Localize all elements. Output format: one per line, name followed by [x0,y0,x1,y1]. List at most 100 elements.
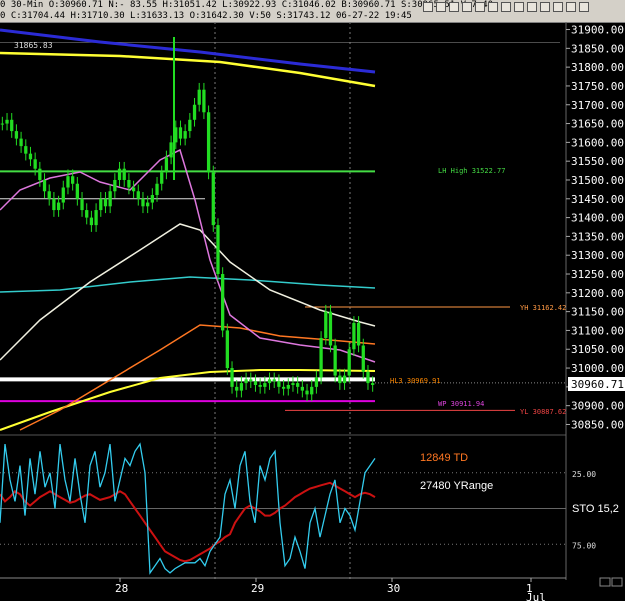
top-left-price-label: 31865.83 [14,41,53,50]
y-tick-label: 31650.00 [571,118,624,131]
candle-body [206,112,211,173]
candle-body [277,381,281,387]
candle-body [42,179,47,192]
candle-body [281,386,286,389]
candle-body [333,345,337,376]
candle-body [131,187,136,192]
candle-body [24,146,28,154]
candle-body [366,371,370,384]
candle-body [38,168,42,180]
candle-body [94,210,98,226]
y-tick-label: 31500.00 [571,174,624,187]
lh-high-label: LH High 31522.77 [438,167,505,175]
candle-body [263,383,267,387]
candle-body [310,386,314,395]
candle-body [225,330,229,369]
blue-ma-line [0,28,376,74]
candle-body [183,131,187,139]
candle-body [0,123,4,125]
candle-body [342,375,347,384]
candle-body [202,89,206,113]
y-tick-label: 31550.00 [571,155,624,168]
candle-body [328,311,333,346]
y-tick-label: 31850.00 [571,42,624,55]
wp-label: WP 30911.94 [438,400,484,408]
candle-body [150,195,154,203]
candle-body [164,157,169,173]
candle-body [197,89,201,105]
candle-body [211,172,215,226]
hl3-band [0,377,375,382]
candle-body [71,176,75,184]
yellow-ma-line [0,51,376,88]
current-price-label: 30960.71 [571,378,624,391]
scroll-icon[interactable] [599,577,611,587]
hl3-label: HL3 30969.91 [390,377,441,385]
candle-body [122,168,126,180]
zoom-out-icon[interactable] [611,577,623,587]
price-chart[interactable]: 25.0075.00 30850.0030900.0030950.0031000… [0,0,625,601]
candle-body [192,104,197,120]
candle-body [47,191,51,199]
y-tick-label: 31000.00 [571,362,624,375]
time-tick-label: 30 [387,582,400,595]
y-tick-label: 31300.00 [571,249,624,262]
candle-body [80,198,84,211]
td-label: 12849 TD [420,452,468,464]
time-tick-label: 29 [251,582,264,595]
candle-body [155,183,159,196]
candle-body [56,202,61,211]
candle-body [258,384,262,387]
yh-label: YH 31162.42 [520,304,566,312]
candle-body [244,379,248,384]
candle-body [235,386,239,391]
y-tick-label: 30850.00 [571,418,624,431]
candle-body [239,383,244,391]
candle-body [108,191,112,207]
candle-body [5,119,9,124]
y-tick-label: 31250.00 [571,268,624,281]
cyan-line [0,276,376,293]
candle-body [291,383,295,385]
candle-body [52,198,56,211]
osc-tick-label: 75.00 [572,541,596,550]
candle-body [324,311,328,338]
price-axis: 30850.0030900.0030950.0031000.0031050.00… [565,22,624,580]
stochastic-pane: 25.00 75.00 [0,434,596,575]
candle-body [85,210,89,218]
y-tick-label: 31100.00 [571,324,624,337]
candle-body [319,337,323,378]
candle-body [249,379,253,382]
candle-body [356,322,361,346]
candle-body [216,225,220,275]
candle-body [300,386,304,391]
y-tick-label: 31450.00 [571,193,624,206]
time-tick-label: 28 [115,582,128,595]
candle-body [178,127,183,139]
candle-body [103,198,108,207]
y-tick-label: 31050.00 [571,343,624,356]
candle-body [113,179,117,192]
y-tick-label: 31750.00 [571,80,624,93]
pink-ma-line [0,148,376,363]
month-label: Jul [526,591,546,601]
candle-body [221,274,225,331]
sto-label: STO 15,2 [572,503,619,515]
candle-body [230,368,234,387]
y-tick-label: 31700.00 [571,99,624,112]
candle-body [33,159,37,169]
candle-body [272,379,276,382]
candle-body [66,176,70,188]
candle-body [371,383,375,385]
candle-body [338,375,342,384]
candle-body [61,187,65,203]
candle-body [160,172,164,184]
candle-body [117,168,122,180]
y-tick-label: 30900.00 [571,400,624,413]
candle-body [19,138,23,147]
candle-body [75,183,79,199]
time-axis: 28 29 30 1Jul [0,577,566,601]
y-tick-label: 31350.00 [571,230,624,243]
candle-body [352,322,356,350]
candle-body [141,198,145,207]
